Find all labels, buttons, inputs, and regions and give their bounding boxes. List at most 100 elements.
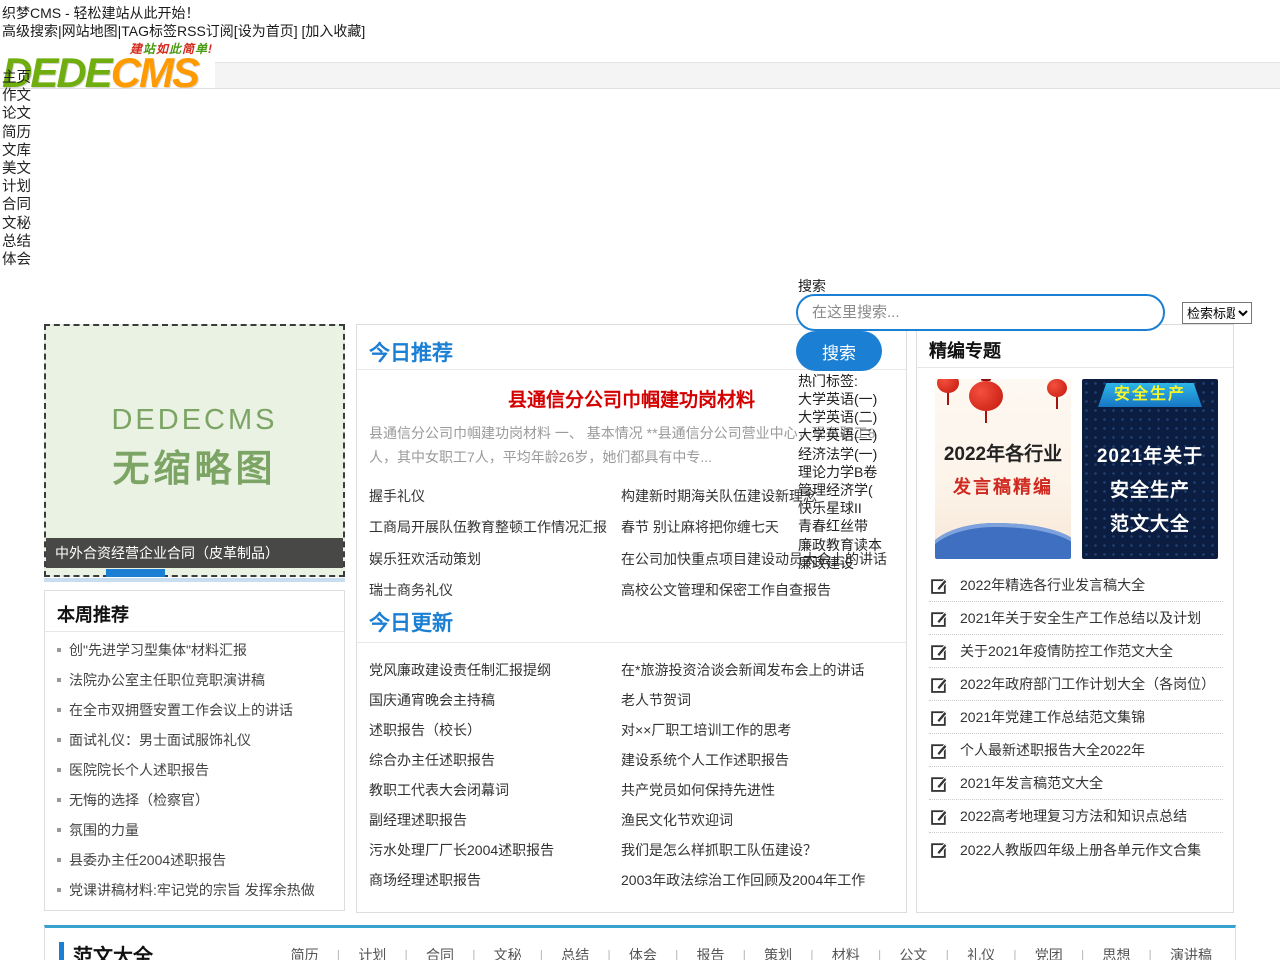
search-input[interactable] xyxy=(796,294,1165,331)
nav-item[interactable]: 合同 xyxy=(2,193,31,211)
article-link[interactable]: 渔民文化节欢迎词 xyxy=(621,810,898,830)
article-link-row: 述职报告（校长）对××厂职工培训工作的思考 xyxy=(369,715,898,745)
wave-decoration xyxy=(935,523,1071,559)
nav-item[interactable]: 文库 xyxy=(2,139,31,157)
special-topic-item[interactable]: 2022高考地理复习方法和知识点总结 xyxy=(929,800,1223,833)
footer-category-link[interactable]: 文秘 xyxy=(485,945,553,960)
search-label: 搜索 xyxy=(798,276,826,296)
week-recommend-item[interactable]: 无悔的选择（检察官） xyxy=(57,785,336,815)
week-recommend-item[interactable]: 党课讲稿材料:牢记党的宗旨 发挥余热做 xyxy=(57,875,336,905)
footer-category-link[interactable]: 材料 xyxy=(823,945,891,960)
edit-icon xyxy=(931,709,948,726)
hot-tag-link[interactable]: 廉政教育读本 xyxy=(798,535,882,553)
top-utility-links[interactable]: 高级搜索|网站地图|TAG标签RSS订阅[设为首页] [加入收藏] xyxy=(2,21,365,41)
article-link[interactable]: 对××厂职工培训工作的思考 xyxy=(621,720,898,740)
carousel-caption-link[interactable]: 中外合资经营企业合同（皮革制品） xyxy=(46,538,343,568)
carousel-indicator-active[interactable] xyxy=(106,569,165,577)
article-link[interactable]: 工商局开展队伍教育整顿工作情况汇报 xyxy=(369,517,621,537)
article-link[interactable]: 商场经理述职报告 xyxy=(369,870,621,890)
article-link[interactable]: 国庆通宵晚会主持稿 xyxy=(369,690,621,710)
article-link[interactable]: 建设系统个人工作述职报告 xyxy=(621,750,898,770)
week-recommend-item[interactable]: 面试礼仪：男士面试服饰礼仪 xyxy=(57,725,336,755)
hot-tag-link[interactable]: 大学英语(三) xyxy=(798,425,882,443)
special-topic-item[interactable]: 关于2021年疫情防控工作范文大全 xyxy=(929,635,1223,668)
hot-tag-link[interactable]: 经济法学(一) xyxy=(798,444,882,462)
edit-icon xyxy=(931,742,948,759)
footer-category-link[interactable]: 礼仪 xyxy=(958,945,1026,960)
footer-category-link[interactable]: 体会 xyxy=(620,945,688,960)
week-recommend-panel: 本周推荐 创"先进学习型集体"材料汇报法院办公室主任职位竞职演讲稿在全市双拥暨安… xyxy=(44,590,345,911)
special-topic-item[interactable]: 2022年精选各行业发言稿大全 xyxy=(929,569,1223,602)
special-topic-item[interactable]: 2021年发言稿范文大全 xyxy=(929,767,1223,800)
article-link[interactable]: 党风廉政建设责任制汇报提纲 xyxy=(369,660,621,680)
article-link[interactable]: 瑞士商务礼仪 xyxy=(369,580,621,600)
article-link[interactable]: 污水处理厂厂长2004述职报告 xyxy=(369,840,621,860)
article-link[interactable]: 握手礼仪 xyxy=(369,486,621,506)
footer-category-link[interactable]: 演讲稿 xyxy=(1161,945,1221,960)
nav-item[interactable]: 体会 xyxy=(2,248,31,266)
footer-category-link[interactable]: 计划 xyxy=(349,945,417,960)
article-link[interactable]: 共产党员如何保持先进性 xyxy=(621,780,898,800)
hot-tag-link[interactable]: 青春红丝带 xyxy=(798,516,882,534)
hot-tag-link[interactable]: 管理经济学( xyxy=(798,480,882,498)
nav-item[interactable]: 主页 xyxy=(2,66,31,84)
article-link-row: 副经理述职报告渔民文化节欢迎词 xyxy=(369,805,898,835)
hot-tag-link[interactable]: 理论力学B卷 xyxy=(798,462,882,480)
site-logo[interactable]: 建站如此简单! DEDECMS xyxy=(0,40,215,88)
footer-category-link[interactable]: 策划 xyxy=(755,945,823,960)
site-title: 织梦CMS - 轻松建站从此开始！ xyxy=(2,3,200,23)
footer-category-link[interactable]: 公文 xyxy=(890,945,958,960)
article-link[interactable]: 2003年政法综治工作回顾及2004年工作 xyxy=(621,870,898,890)
footer-category-link[interactable]: 党团 xyxy=(1026,945,1094,960)
hot-tag-link[interactable]: 快乐星球II xyxy=(798,498,882,516)
article-link[interactable]: 述职报告（校长） xyxy=(369,720,621,740)
footer-category-link[interactable]: 思想 xyxy=(1093,945,1161,960)
hot-tag-link[interactable]: 大学英语(二) xyxy=(798,407,882,425)
nav-item[interactable]: 总结 xyxy=(2,230,31,248)
nav-item[interactable]: 作文 xyxy=(2,84,31,102)
promo-card-safety-2021[interactable]: 安全生产 2021年关于 安全生产 范文大全 xyxy=(1082,379,1218,559)
nav-item[interactable]: 论文 xyxy=(2,102,31,120)
hot-tag-link[interactable]: 大学英语(一) xyxy=(798,389,882,407)
nav-item[interactable]: 文秘 xyxy=(2,212,31,230)
article-link[interactable]: 综合办主任述职报告 xyxy=(369,750,621,770)
footer-category-link[interactable]: 总结 xyxy=(552,945,620,960)
special-topic-label: 2021年党建工作总结范文集锦 xyxy=(960,707,1145,727)
article-link[interactable]: 娱乐狂欢活动策划 xyxy=(369,549,621,569)
special-topic-item[interactable]: 2022人教版四年级上册各单元作文合集 xyxy=(929,833,1223,866)
special-topic-item[interactable]: 2021年关于安全生产工作总结以及计划 xyxy=(929,602,1223,635)
article-link[interactable]: 高校公文管理和保密工作自查报告 xyxy=(621,580,898,600)
special-topic-label: 关于2021年疫情防控工作范文大全 xyxy=(960,641,1173,661)
week-recommend-item[interactable]: 在全市双拥暨安置工作会议上的讲话 xyxy=(57,695,336,725)
nav-item[interactable]: 简历 xyxy=(2,121,31,139)
edit-icon xyxy=(931,775,948,792)
footer-category-link[interactable]: 简历 xyxy=(282,945,350,960)
footer-category-link[interactable]: 报告 xyxy=(688,945,756,960)
footer-category-link[interactable]: 合同 xyxy=(417,945,485,960)
carousel-indicator-track xyxy=(44,578,345,582)
article-link[interactable]: 我们是怎么样抓职工队伍建设？ xyxy=(621,840,898,860)
nav-item[interactable]: 计划 xyxy=(2,175,31,193)
article-link[interactable]: 副经理述职报告 xyxy=(369,810,621,830)
special-topic-item[interactable]: 个人最新述职报告大全2022年 xyxy=(929,734,1223,767)
article-link[interactable]: 教职工代表大会闭幕词 xyxy=(369,780,621,800)
search-scope-select[interactable]: 检索标题 xyxy=(1182,302,1252,324)
edit-icon xyxy=(931,610,948,627)
article-link-row: 教职工代表大会闭幕词共产党员如何保持先进性 xyxy=(369,775,898,805)
week-recommend-item[interactable]: 创"先进学习型集体"材料汇报 xyxy=(57,635,336,665)
article-link[interactable]: 在*旅游投资洽谈会新闻发布会上的讲话 xyxy=(621,660,898,680)
hot-tag-link[interactable]: 廉政建设 xyxy=(798,553,882,571)
special-topic-item[interactable]: 2021年党建工作总结范文集锦 xyxy=(929,701,1223,734)
article-link[interactable]: 老人节贺词 xyxy=(621,690,898,710)
featured-carousel[interactable]: DEDECMS 无缩略图 中外合资经营企业合同（皮革制品） xyxy=(44,324,345,577)
promo-card-speeches-2022[interactable]: 2022年各行业 发言稿精编 xyxy=(935,379,1071,559)
week-recommend-item[interactable]: 氛围的力量 xyxy=(57,815,336,845)
week-recommend-item[interactable]: 县委办主任2004述职报告 xyxy=(57,845,336,875)
promo-card-text: 安全生产 xyxy=(1082,475,1218,502)
article-link-row: 污水处理厂厂长2004述职报告我们是怎么样抓职工队伍建设？ xyxy=(369,835,898,865)
special-topic-item[interactable]: 2022年政府部门工作计划大全（各岗位） xyxy=(929,668,1223,701)
nav-item[interactable]: 美文 xyxy=(2,157,31,175)
week-recommend-item[interactable]: 法院办公室主任职位竞职演讲稿 xyxy=(57,665,336,695)
search-button[interactable]: 搜索 xyxy=(796,331,882,371)
week-recommend-item[interactable]: 医院院长个人述职报告 xyxy=(57,755,336,785)
